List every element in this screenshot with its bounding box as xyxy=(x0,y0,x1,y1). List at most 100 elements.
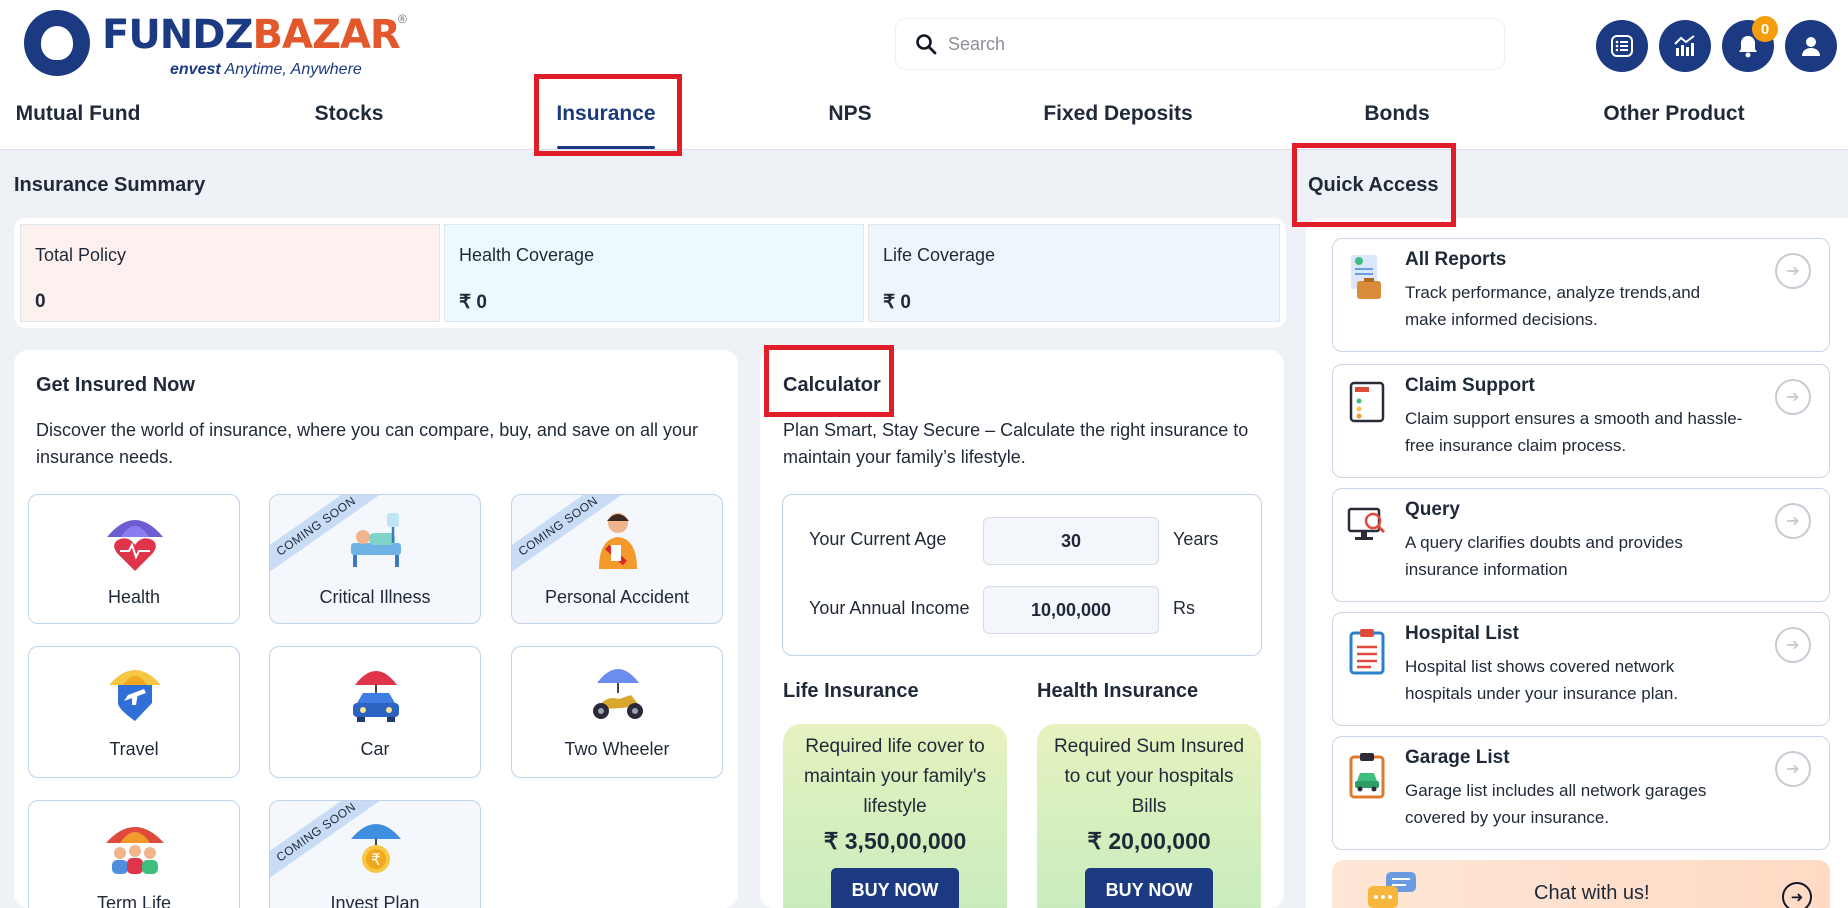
arrow-right-icon[interactable] xyxy=(1775,503,1811,539)
nav-other-product[interactable]: Other Product xyxy=(1603,102,1744,126)
life-buy-now-button[interactable]: BUY NOW xyxy=(831,868,959,908)
life-coverage-card: Life Coverage ₹ 0 xyxy=(868,224,1280,322)
quick-access-query[interactable]: Query A query clarifies doubts and provi… xyxy=(1332,488,1830,602)
tile-travel[interactable]: Travel xyxy=(28,646,240,778)
chat-label: Chat with us! xyxy=(1534,882,1650,904)
garage-list-title: Garage List xyxy=(1405,747,1510,768)
claim-support-title: Claim Support xyxy=(1405,375,1535,396)
user-icon xyxy=(1802,37,1820,56)
life-coverage-value: ₹ 0 xyxy=(883,292,911,313)
nav-fixed-deposits[interactable]: Fixed Deposits xyxy=(1043,102,1192,126)
portfolio-button[interactable] xyxy=(1659,20,1711,72)
tile-critical-illness-label: Critical Illness xyxy=(319,587,431,607)
tile-two-wheeler-label: Two Wheeler xyxy=(564,739,670,759)
total-policy-value: 0 xyxy=(35,291,46,312)
health-insurance-heading: Health Insurance xyxy=(1037,680,1199,702)
calculator-input-box: Your Current Age Years Your Annual Incom… xyxy=(782,494,1262,656)
tile-personal-accident-label: Personal Accident xyxy=(544,587,690,607)
nav-stocks[interactable]: Stocks xyxy=(315,102,384,126)
nav-mutual-fund[interactable]: Mutual Fund xyxy=(16,102,141,126)
query-desc: A query clarifies doubts and provides in… xyxy=(1405,533,1683,579)
current-age-label: Your Current Age xyxy=(809,529,947,549)
chat-with-us-button[interactable]: Chat with us! ➜ xyxy=(1332,860,1830,908)
health-cover-text: Required Sum Insured to cut your hospita… xyxy=(1053,736,1245,817)
tile-health-label: Health xyxy=(107,587,161,607)
current-age-input[interactable] xyxy=(983,517,1159,565)
tile-critical-illness[interactable]: COMING SOON Critical Illness xyxy=(269,494,481,624)
hospital-bed-icon xyxy=(351,513,401,567)
tile-term-life[interactable]: Term Life xyxy=(28,800,240,908)
tile-term-life-label: Term Life xyxy=(96,893,172,908)
health-buy-now-button[interactable]: BUY NOW xyxy=(1085,868,1213,908)
highlight-box-insurance-tab xyxy=(534,74,682,156)
health-coverage-value: ₹ 0 xyxy=(459,292,487,313)
quick-access-all-reports[interactable]: All Reports Track performance, analyze t… xyxy=(1332,238,1830,352)
arrow-right-icon[interactable] xyxy=(1775,751,1811,787)
claim-form-icon xyxy=(1349,381,1385,423)
insurance-summary-card: Total Policy 0 Health Coverage ₹ 0 Life … xyxy=(14,218,1286,328)
life-insurance-result-card: Required life cover to maintain your fam… xyxy=(783,724,1007,908)
get-insured-title: Get Insured Now xyxy=(36,374,195,396)
health-insurance-result-card: Required Sum Insured to cut your hospita… xyxy=(1037,724,1261,908)
hospital-list-title: Hospital List xyxy=(1405,623,1520,644)
query-title: Query xyxy=(1405,499,1460,520)
tile-personal-accident[interactable]: COMING SOON Personal Accident xyxy=(511,494,723,624)
arrow-right-icon[interactable] xyxy=(1775,379,1811,415)
quick-access-hospital-list[interactable]: Hospital List Hospital list shows covere… xyxy=(1332,612,1830,726)
all-reports-title: All Reports xyxy=(1405,249,1507,270)
life-coverage-label: Life Coverage xyxy=(883,245,996,265)
health-coverage-label: Health Coverage xyxy=(459,245,595,265)
tile-two-wheeler[interactable]: Two Wheeler xyxy=(511,646,723,778)
total-policy-card: Total Policy 0 xyxy=(20,224,440,322)
list-icon xyxy=(1611,35,1633,57)
life-cover-text: Required life cover to maintain your fam… xyxy=(803,736,987,817)
highlight-box-calculator xyxy=(764,345,894,417)
tile-car[interactable]: Car xyxy=(269,646,481,778)
insurance-summary-title: Insurance Summary xyxy=(14,174,206,196)
profile-button[interactable] xyxy=(1785,20,1837,72)
umbrella-heart-icon xyxy=(107,520,163,571)
arrow-circle-right-icon: ➜ xyxy=(1782,882,1812,908)
nav-nps[interactable]: NPS xyxy=(828,102,871,126)
logo-wordmark: FUNDZBAZAR xyxy=(102,12,401,58)
scooter-umbrella-icon xyxy=(593,669,643,719)
umbrella-plane-icon xyxy=(109,670,161,721)
chart-icon xyxy=(1674,35,1695,56)
nav-bonds[interactable]: Bonds xyxy=(1364,102,1429,126)
annual-income-input[interactable] xyxy=(983,586,1159,634)
fundzbazar-logo[interactable]: FUNDZBAZAR ® envest Anytime, Anywhere xyxy=(24,8,407,82)
all-reports-desc: Track performance, analyze trends,and ma… xyxy=(1405,283,1701,329)
life-cover-amount: ₹ 3,50,00,000 xyxy=(823,828,967,854)
report-briefcase-icon xyxy=(1351,255,1381,299)
search-input[interactable] xyxy=(948,29,1468,59)
injured-person-icon xyxy=(599,513,637,569)
clipboard-list-icon xyxy=(1349,629,1385,675)
clipboard-car-icon xyxy=(1349,753,1385,799)
tile-invest-plan[interactable]: COMING SOON ₹ Invest Plan xyxy=(269,800,481,908)
top-header: FUNDZBAZAR ® envest Anytime, Anywhere 0 xyxy=(0,0,1848,150)
notification-count-badge: 0 xyxy=(1752,16,1778,42)
arrow-right-icon[interactable] xyxy=(1775,627,1811,663)
search-bar xyxy=(896,19,1504,69)
registered-mark: ® xyxy=(398,12,407,26)
main-nav: Mutual Fund Stocks Insurance NPS Fixed D… xyxy=(0,98,1848,150)
hospital-list-desc: Hospital list shows covered network hosp… xyxy=(1405,657,1679,703)
income-unit-label: Rs xyxy=(1173,598,1195,618)
car-umbrella-icon xyxy=(353,671,399,722)
quick-access-garage-list[interactable]: Garage List Garage list includes all net… xyxy=(1332,736,1830,850)
logo-tagline: envest Anytime, Anywhere xyxy=(170,61,362,78)
notifications-button[interactable]: 0 xyxy=(1722,16,1778,72)
quick-access-claim-support[interactable]: Claim Support Claim support ensures a sm… xyxy=(1332,364,1830,478)
tile-health[interactable]: Health xyxy=(28,494,240,624)
tile-invest-plan-label: Invest Plan xyxy=(330,893,420,908)
annual-income-label: Your Annual Income xyxy=(809,598,970,618)
menu-list-button[interactable] xyxy=(1596,20,1648,72)
svg-text:₹: ₹ xyxy=(371,850,381,869)
elephant-logo-icon xyxy=(24,10,90,76)
claim-support-desc: Claim support ensures a smooth and hassl… xyxy=(1405,409,1743,455)
health-coverage-card: Health Coverage ₹ 0 xyxy=(444,224,864,322)
search-icon[interactable] xyxy=(914,32,938,56)
family-umbrella-icon xyxy=(106,827,164,874)
calculator-description: Plan Smart, Stay Secure – Calculate the … xyxy=(783,420,1249,467)
arrow-right-icon[interactable] xyxy=(1775,253,1811,289)
